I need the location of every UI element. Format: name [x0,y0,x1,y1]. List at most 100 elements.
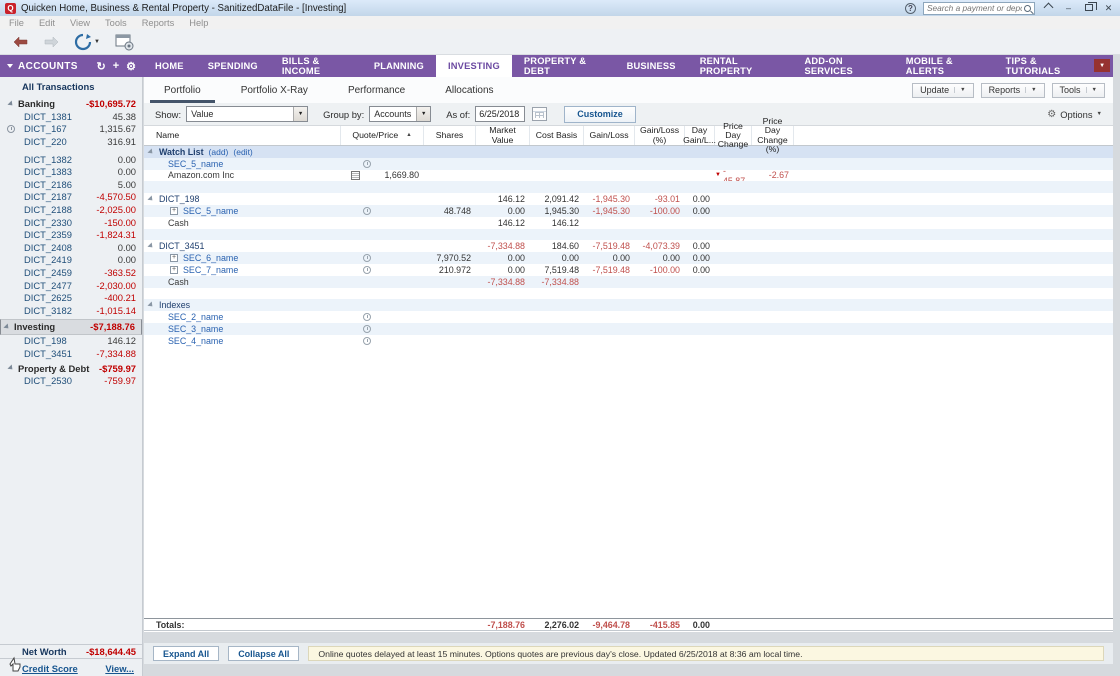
asof-date-input[interactable]: 6/25/2018 [475,106,525,122]
tab-spending[interactable]: SPENDING [196,55,270,77]
security-link[interactable]: SEC_7_name [183,265,238,275]
table-row-cash[interactable]: Cash-7,334.88-7,334.88 [144,276,1113,288]
close-button[interactable]: ✕ [1102,2,1115,15]
security-link[interactable]: SEC_6_name [183,253,238,263]
sidebar-item-dict-2625[interactable]: DICT_2625-400.21 [0,291,142,304]
sidebar-item-dict-2186[interactable]: DICT_21865.00 [0,178,142,191]
customize-button[interactable]: Customize [564,106,636,123]
menu-tools[interactable]: Tools [105,18,127,28]
button-reports[interactable]: Reports▼ [981,83,1045,98]
show-select[interactable]: Value ▼ [186,106,308,122]
collapse-triangle-icon[interactable] [147,302,154,309]
table-row-sec-2-name[interactable]: SEC_2_name [144,311,1113,323]
subtab-allocations[interactable]: Allocations [445,77,493,103]
column-header-cost-basis[interactable]: Cost Basis [530,126,584,145]
sidebar-item-dict-1381[interactable]: DICT_138145.38 [0,110,142,123]
calendar-icon[interactable] [532,107,547,121]
tab-rental-property[interactable]: RENTAL PROPERTY [688,55,793,77]
credit-score-view-link[interactable]: View... [105,663,134,676]
table-row-dict-198[interactable]: DICT_198146.122,091.42-1,945.30-93.010.0… [144,193,1113,205]
sidebar-item-dict-2419[interactable]: DICT_24190.00 [0,254,142,267]
one-step-update-button[interactable]: ▼ [74,33,100,51]
security-link[interactable]: SEC_4_name [168,336,223,346]
tab-tips-tutorials[interactable]: TIPS & TUTORIALS [994,55,1095,77]
sidebar-item-dict-3451[interactable]: DICT_3451-7,334.88 [0,347,142,360]
security-link[interactable]: SEC_3_name [168,324,223,334]
forward-button[interactable] [43,36,60,48]
collapse-all-button[interactable]: Collapse All [228,646,299,661]
column-header-price-day-change[interactable]: Price Day Change [715,126,752,145]
table-row-watch-list[interactable]: Watch List(add)(edit) [144,146,1113,158]
menu-view[interactable]: View [70,18,90,28]
minimize-button[interactable]: – [1062,2,1075,15]
security-link[interactable]: SEC_5_name [168,159,223,169]
accounts-settings-gear-icon[interactable]: ⚙ [126,60,136,73]
sidebar-item-dict-3182[interactable]: DICT_3182-1,015.14 [0,304,142,317]
expand-plus-icon[interactable]: + [170,254,178,262]
collapse-triangle-icon[interactable] [147,243,154,250]
sidebar-item-dict-2408[interactable]: DICT_24080.00 [0,241,142,254]
column-header-gain-loss[interactable]: Gain/Loss [584,126,635,145]
sidebar-item-all-transactions[interactable]: All Transactions [0,77,142,95]
subtab-portfolio-x-ray[interactable]: Portfolio X-Ray [241,77,308,103]
sidebar-item-dict-2477[interactable]: DICT_2477-2,030.00 [0,279,142,292]
help-icon[interactable]: ? [905,3,916,14]
table-row-dict-3451[interactable]: DICT_3451-7,334.88184.60-7,519.48-4,073.… [144,240,1113,252]
sidebar-item-dict-2188[interactable]: DICT_2188-2,025.00 [0,203,142,216]
table-row-amazon-com-inc[interactable]: Amazon.com Inc1,669.80▼- 45.87-2.67 [144,170,1113,182]
refresh-accounts-icon[interactable]: ↻ [96,60,105,73]
tab-business[interactable]: BUSINESS [615,55,688,77]
subtab-performance[interactable]: Performance [348,77,405,103]
options-button[interactable]: ⚙ Options ▼ [1047,109,1102,120]
menu-help[interactable]: Help [189,18,208,28]
search-input[interactable] [927,3,1022,13]
subtab-portfolio[interactable]: Portfolio [164,77,201,103]
menu-file[interactable]: File [9,18,24,28]
button-update[interactable]: Update▼ [912,83,973,98]
column-header-gain-loss[interactable]: Gain/Loss (%) [635,126,685,145]
collapse-triangle-icon[interactable] [147,148,154,155]
table-row-sec-3-name[interactable]: SEC_3_name [144,323,1113,335]
column-header-quote-price[interactable]: Quote/Price▲ [341,126,424,145]
sidebar-item-dict-2359[interactable]: DICT_2359-1,824.31 [0,228,142,241]
security-link[interactable]: SEC_2_name [168,312,223,322]
restore-button[interactable] [1082,1,1095,15]
column-header-name[interactable]: Name [144,126,341,145]
sidebar-group-banking[interactable]: Banking-$10,695.72 [0,97,142,110]
column-header-market-value[interactable]: Market Value [476,126,530,145]
table-row-sec-5-name[interactable]: +SEC_5_name48.7480.001,945.30-1,945.30-1… [144,205,1113,217]
tab-home[interactable]: HOME [143,55,196,77]
tab-overflow-button[interactable]: ▼ [1094,59,1110,72]
tab-property-debt[interactable]: PROPERTY & DEBT [512,55,615,77]
sidebar-item-dict-1383[interactable]: DICT_13830.00 [0,165,142,178]
collapse-toolbar-button[interactable] [1042,1,1055,15]
table-row-cash[interactable]: Cash146.12146.12 [144,217,1113,229]
table-row-indexes[interactable]: Indexes [144,299,1113,311]
chevron-down-icon[interactable]: ▼ [293,107,307,121]
sidebar-item-dict-167[interactable]: DICT_1671,315.67 [0,123,142,136]
add-account-icon[interactable]: + [113,60,119,72]
sidebar-group-property-debt[interactable]: Property & Debt-$759.97 [0,362,142,375]
menu-reports[interactable]: Reports [142,18,175,28]
watchlist-edit-link[interactable]: (edit) [233,147,252,157]
button-tools[interactable]: Tools▼ [1052,83,1105,98]
tab-bills-income[interactable]: BILLS & INCOME [270,55,362,77]
tab-mobile-alerts[interactable]: MOBILE & ALERTS [894,55,994,77]
table-row-sec-7-name[interactable]: +SEC_7_name210.9720.007,519.48-7,519.48-… [144,264,1113,276]
menu-edit[interactable]: Edit [39,18,55,28]
column-header-day-gain-l[interactable]: Day Gain/L... [685,126,715,145]
table-row-sec-6-name[interactable]: +SEC_6_name7,970.520.000.000.000.000.00 [144,252,1113,264]
watchlist-add-link[interactable]: (add) [209,147,229,157]
sidebar-item-dict-198[interactable]: DICT_198146.12 [0,335,142,348]
update-dropdown-caret[interactable]: ▼ [94,39,100,45]
groupby-select[interactable]: Accounts ▼ [369,106,431,122]
back-button[interactable] [12,36,29,48]
tab-investing[interactable]: INVESTING [436,55,512,77]
sidebar-item-dict-1382[interactable]: DICT_13820.00 [0,153,142,166]
register-view-icon[interactable] [114,33,134,51]
expand-all-button[interactable]: Expand All [153,646,219,661]
collapse-accounts-icon[interactable] [7,64,13,68]
sidebar-item-dict-220[interactable]: DICT_220316.91 [0,135,142,148]
column-header-shares[interactable]: Shares [424,126,476,145]
sidebar-item-dict-2530[interactable]: DICT_2530-759.97 [0,375,142,388]
